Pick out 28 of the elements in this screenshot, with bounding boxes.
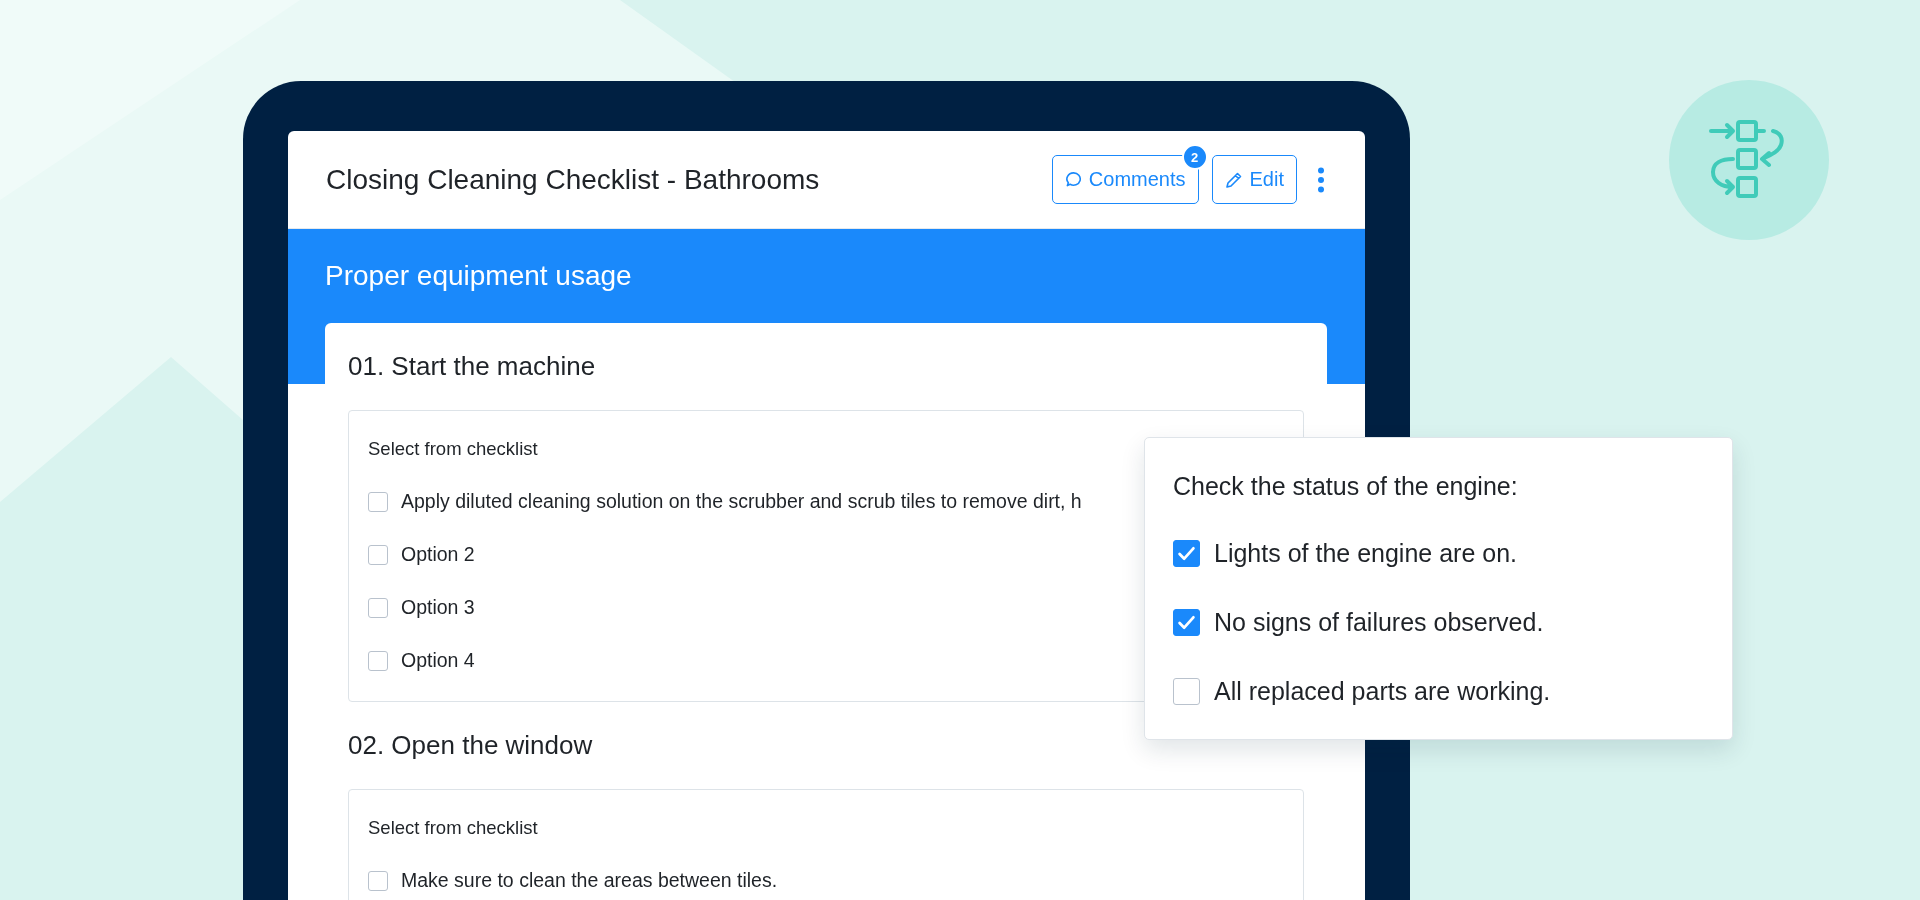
option-label: Apply diluted cleaning solution on the scrubber and scrub tiles to remove dirt, h <box>401 490 1082 513</box>
checkbox[interactable] <box>368 870 388 891</box>
step-title: 02. Open the window <box>348 730 593 761</box>
option-label: Option 4 <box>401 649 475 672</box>
edit-button[interactable]: Edit <box>1211 155 1297 204</box>
checkbox[interactable] <box>368 491 388 512</box>
option-label: No signs of failures observed. <box>1214 608 1544 637</box>
checklist-label: Select from checklist <box>368 438 538 460</box>
step-title: 01. Start the machine <box>348 351 596 382</box>
checklist-title: Closing Cleaning Checklist - Bathrooms <box>326 163 821 196</box>
checklist-label: Select from checklist <box>368 817 538 839</box>
option-label: Option 3 <box>401 596 475 619</box>
pencil-icon <box>1224 170 1243 189</box>
checkbox[interactable] <box>1173 678 1200 705</box>
speech-bubble-icon <box>1064 171 1082 188</box>
checkbox[interactable] <box>368 597 388 618</box>
more-menu-icon[interactable] <box>1317 166 1325 193</box>
checkbox[interactable] <box>368 650 388 671</box>
option-label: Lights of the engine are on. <box>1214 539 1517 568</box>
option-label: All replaced parts are working. <box>1214 677 1551 706</box>
checkbox[interactable] <box>1173 540 1200 567</box>
popup-title: Check the status of the engine: <box>1173 471 1518 502</box>
checkbox[interactable] <box>1173 609 1200 636</box>
option-label: Make sure to clean the areas between tiles. <box>401 869 778 892</box>
section-title: Proper equipment usage <box>325 260 632 292</box>
count-badge: 2 <box>1181 144 1208 170</box>
option-label: Option 2 <box>401 543 475 566</box>
checkbox[interactable] <box>368 544 388 565</box>
